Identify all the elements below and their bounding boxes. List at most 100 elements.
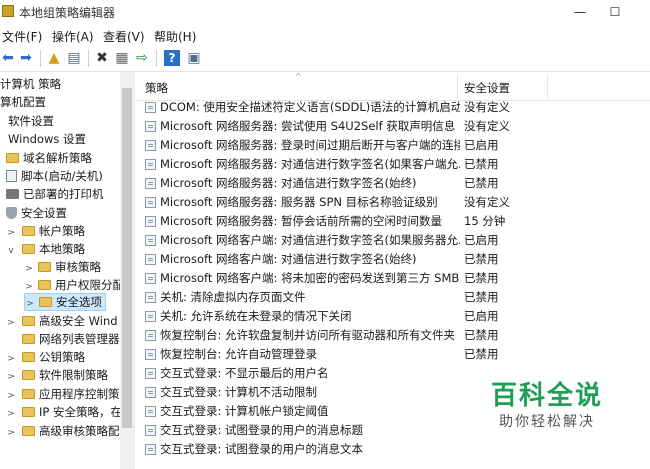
table-row[interactable]: Microsoft 网络客户端: 将未加密的密码发送到第三方 SMB... 已禁用 (137, 269, 650, 288)
table-row[interactable]: 恢复控制台: 允许软盘复制并访问所有驱动器和所有文件夹 已禁用 (137, 326, 650, 345)
table-row[interactable]: Microsoft 网络服务器: 对通信进行数字签名(始终) 已禁用 (137, 174, 650, 193)
folder-icon (22, 244, 35, 254)
policy-name: 交互式登录: 不显示最后的用户名 (160, 366, 329, 380)
app-icon (2, 5, 14, 17)
script-icon (6, 170, 17, 182)
policy-setting: 已禁用 (464, 176, 499, 190)
delete-button[interactable]: ✖ (94, 50, 110, 66)
folder-icon (22, 316, 35, 326)
policy-name: Microsoft 网络服务器: 对通信进行数字签名(始终) (160, 176, 417, 190)
folder-icon (6, 153, 19, 163)
policy-name: Microsoft 网络服务器: 对通信进行数字签名(如果客户端允... (160, 157, 460, 171)
table-row[interactable]: Microsoft 网络服务器: 对通信进行数字签名(如果客户端允... 已禁用 (137, 155, 650, 174)
tree-item-account-policies[interactable]: > 帐户策略 (6, 222, 85, 240)
table-row[interactable]: Microsoft 网络客户端: 对通信进行数字签名(如果服务器允... 已启用 (137, 231, 650, 250)
window-title: 本地组策略编辑器 (19, 6, 116, 20)
tree-item-advanced-audit[interactable]: > 高级审核策略配 (6, 422, 119, 442)
table-row[interactable]: Microsoft 网络客户端: 对通信进行数字签名(始终) 已禁用 (137, 250, 650, 269)
column-divider[interactable] (457, 74, 458, 98)
table-row[interactable]: 交互式登录: 试图登录的用户的消息文本 (137, 440, 650, 459)
tree-item-security-settings[interactable]: 安全设置 (6, 204, 67, 222)
chevron-right-icon[interactable]: > (6, 405, 16, 423)
toolbar-separator (156, 50, 157, 67)
export-list-button[interactable]: ⇨ (134, 50, 150, 66)
show-pane-button[interactable]: ▣ (186, 50, 202, 66)
tree-item-label: 已部署的打印机 (23, 187, 104, 201)
table-row[interactable]: Microsoft 网络服务器: 登录时间过期后断开与客户端的连接 已启用 (137, 136, 650, 155)
properties-button[interactable]: ▦ (114, 50, 130, 66)
tree-scrollbar-thumb[interactable] (122, 88, 132, 428)
policy-icon (145, 349, 156, 360)
tree-item-advanced-firewall[interactable]: > 高级安全 Wind (6, 312, 118, 330)
tree-item-computer-policy[interactable]: 计算机 策略 (0, 75, 61, 93)
tree-item-software-settings[interactable]: 软件设置 (8, 112, 54, 130)
table-row[interactable]: Microsoft 网络服务器: 尝试使用 S4U2Self 获取声明信息 没有定… (137, 117, 650, 136)
chevron-right-icon[interactable]: > (6, 424, 16, 442)
table-row[interactable]: 恢复控制台: 允许自动管理登录 已禁用 (137, 345, 650, 364)
tree-item-security-options[interactable]: > 安全选项 (24, 293, 106, 311)
help-button[interactable]: ? (164, 50, 180, 66)
folder-icon (22, 389, 35, 399)
minimize-button[interactable]: — (565, 2, 595, 22)
column-header-setting[interactable]: 安全设置 (464, 80, 510, 96)
policy-icon (145, 159, 156, 170)
policy-name: 关机: 清除虚拟内存页面文件 (160, 290, 306, 304)
menu-file[interactable]: 文件(F) (2, 28, 42, 45)
column-divider[interactable] (547, 74, 548, 98)
policy-name: 交互式登录: 计算机不活动限制 (160, 385, 318, 399)
table-row[interactable]: Microsoft 网络服务器: 暂停会话前所需的空闲时间数量 15 分钟 (137, 212, 650, 231)
tree-item-label: IP 安全策略，在 (39, 405, 121, 419)
policy-name: Microsoft 网络客户端: 对通信进行数字签名(始终) (160, 252, 417, 266)
policy-setting: 已禁用 (464, 328, 499, 342)
tree-item-name-resolution[interactable]: 域名解析策略 (6, 149, 92, 167)
tree-item-app-control[interactable]: > 应用程序控制策 (6, 385, 119, 403)
tree-item-windows-settings[interactable]: Windows 设置 (8, 130, 86, 148)
policy-icon (145, 292, 156, 303)
tree-item-label: 高级安全 Wind (39, 314, 118, 328)
tree-item-label: 用户权限分配 (55, 278, 121, 292)
menu-view[interactable]: 查看(V) (103, 28, 145, 45)
forward-button[interactable]: ➡ (18, 50, 34, 66)
policy-icon (145, 368, 156, 379)
tree-item-printers[interactable]: 已部署的打印机 (6, 185, 104, 203)
tree-item-label: 软件限制策略 (39, 368, 108, 382)
tree-item-label: 域名解析策略 (23, 151, 92, 165)
watermark: 百科全说 助你轻松解决 (472, 380, 622, 432)
policy-name: 交互式登录: 试图登录的用户的消息文本 (160, 442, 364, 456)
policy-name: 交互式登录: 计算机帐户锁定阈值 (160, 404, 329, 418)
policy-setting: 没有定义 (464, 119, 510, 133)
chevron-right-icon[interactable]: > (25, 296, 35, 312)
policy-name: 交互式登录: 试图登录的用户的消息标题 (160, 423, 364, 437)
policy-icon (145, 273, 156, 284)
policy-icon (145, 425, 156, 436)
table-row[interactable]: 关机: 清除虚拟内存页面文件 已禁用 (137, 288, 650, 307)
policy-icon (145, 387, 156, 398)
menu-action[interactable]: 操作(A) (52, 28, 94, 45)
column-header-policy[interactable]: 策略 (145, 80, 168, 96)
policy-name: Microsoft 网络客户端: 对通信进行数字签名(如果服务器允... (160, 233, 460, 247)
policy-setting: 没有定义 (464, 100, 510, 114)
tree-item-audit-policy[interactable]: > 审核策略 (24, 258, 101, 276)
tree-item-public-key[interactable]: > 公钥策略 (6, 348, 85, 366)
tree-item-network-list[interactable]: 网络列表管理器 (6, 330, 120, 348)
tree-item-label: 脚本(启动/关机) (21, 169, 103, 183)
tree-item-user-rights[interactable]: > 用户权限分配 (24, 276, 121, 294)
table-row[interactable]: Microsoft 网络服务器: 服务器 SPN 目标名称验证级别 没有定义 (137, 193, 650, 212)
tree-item-ip-security[interactable]: > IP 安全策略，在 (6, 403, 121, 423)
tree-item-computer-config[interactable]: 算机配置 (0, 93, 46, 111)
menu-help[interactable]: 帮助(H) (154, 28, 196, 45)
maximize-button[interactable]: ☐ (600, 2, 630, 22)
chevron-down-icon[interactable]: v (6, 242, 16, 260)
back-button[interactable]: ⬅ (0, 50, 16, 66)
watermark-subtitle: 助你轻松解决 (499, 414, 595, 430)
show-hide-tree-button[interactable]: ▤ (66, 50, 82, 66)
policy-icon (145, 197, 156, 208)
table-row[interactable]: DCOM: 使用安全描述符定义语言(SDDL)语法的计算机启动... 没有定义 (137, 98, 650, 117)
up-folder-button[interactable]: ▲ (46, 50, 62, 66)
toolbar: ⬅ ➡ ▲ ▤ ✖ ▦ ⇨ ? ▣ (0, 46, 650, 72)
table-row[interactable]: 关机: 允许系统在未登录的情况下关闭 已启用 (137, 307, 650, 326)
tree-item-scripts[interactable]: 脚本(启动/关机) (6, 167, 103, 185)
chevron-right-icon[interactable]: > (6, 368, 16, 386)
tree-item-local-policies[interactable]: v 本地策略 (6, 240, 85, 258)
tree-item-software-restriction[interactable]: > 软件限制策略 (6, 366, 108, 384)
